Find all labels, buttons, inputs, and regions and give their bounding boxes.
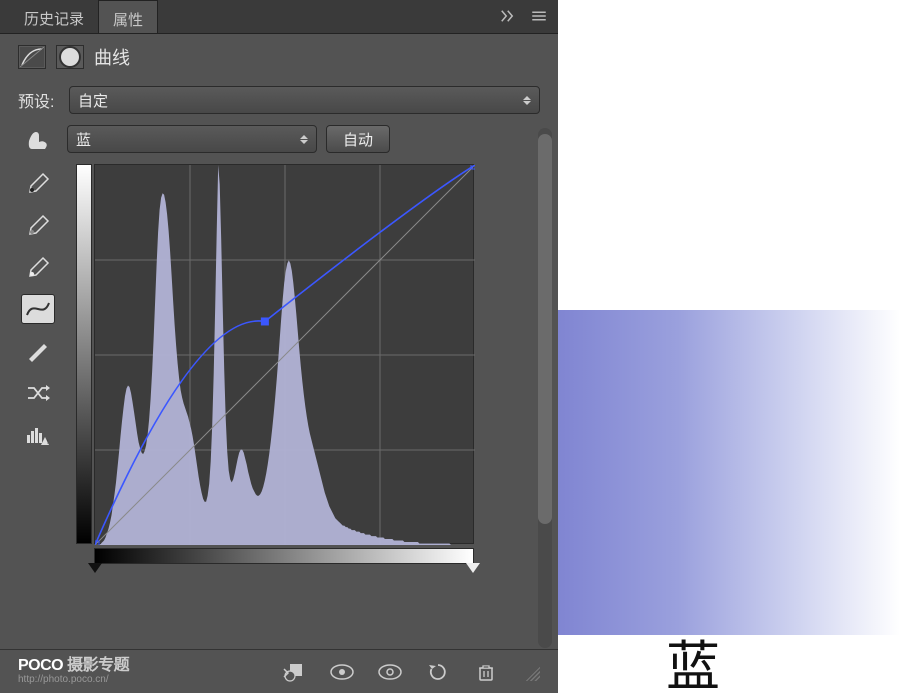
pencil-curve-tool[interactable]: [21, 336, 55, 366]
dropdown-caret-icon: [300, 135, 308, 144]
histogram-warning-icon[interactable]: !: [21, 420, 55, 450]
panel-scrollbar[interactable]: [538, 128, 552, 648]
eyedropper-toolstrip: !: [18, 164, 58, 564]
blue-gradient-preview: [558, 310, 900, 635]
curves-chart[interactable]: [94, 164, 474, 544]
tab-history[interactable]: 历史记录: [10, 0, 98, 33]
trash-icon[interactable]: [474, 662, 498, 682]
tab-properties[interactable]: 属性: [98, 0, 158, 33]
collapse-icon[interactable]: [498, 7, 516, 28]
curves-adjustment-icon[interactable]: [18, 45, 46, 69]
preview-label: 蓝: [666, 622, 720, 693]
panel-footer: POCO 摄影专题 http://photo.poco.cn/: [0, 649, 558, 693]
preset-select[interactable]: 自定: [69, 86, 540, 114]
watermark: POCO 摄影专题 http://photo.poco.cn/: [18, 658, 129, 685]
reset-icon[interactable]: [426, 662, 450, 682]
curves-svg[interactable]: [95, 165, 475, 545]
white-point-eyedropper[interactable]: [21, 252, 55, 282]
panel-menu-icon[interactable]: [530, 7, 548, 28]
auto-button[interactable]: 自动: [326, 125, 390, 153]
black-point-eyedropper[interactable]: [21, 168, 55, 198]
gray-point-eyedropper[interactable]: [21, 210, 55, 240]
smooth-curve-tool[interactable]: [21, 294, 55, 324]
adjustment-title: 曲线: [94, 44, 130, 70]
channel-select[interactable]: 蓝: [67, 125, 317, 153]
scrollbar-thumb[interactable]: [538, 134, 552, 524]
output-gradient-strip[interactable]: [76, 164, 92, 544]
panel-body: 曲线 预设: 自定 蓝 自动: [0, 34, 558, 649]
layer-mask-icon[interactable]: [56, 45, 84, 69]
panel-tabs: 历史记录 属性: [0, 0, 558, 34]
preset-select-value: 自定: [78, 90, 108, 111]
curves-area: [68, 164, 540, 564]
finger-scrub-icon[interactable]: [18, 124, 58, 154]
white-input-slider[interactable]: [466, 563, 480, 573]
properties-panel: 历史记录 属性 曲线 预设: 自定: [0, 0, 558, 693]
channel-select-value: 蓝: [76, 129, 91, 150]
black-input-slider[interactable]: [88, 563, 102, 573]
resize-grip-icon[interactable]: [522, 663, 540, 681]
svg-text:!: !: [47, 440, 49, 446]
input-gradient-strip[interactable]: [94, 548, 474, 564]
dropdown-caret-icon: [523, 96, 531, 105]
view-previous-state-icon[interactable]: [330, 662, 354, 682]
shuffle-icon[interactable]: [21, 378, 55, 408]
toggle-visibility-icon[interactable]: [378, 662, 402, 682]
preview-area: 蓝: [558, 0, 900, 693]
preset-label: 预设:: [18, 88, 60, 112]
clip-to-layer-icon[interactable]: [282, 662, 306, 682]
